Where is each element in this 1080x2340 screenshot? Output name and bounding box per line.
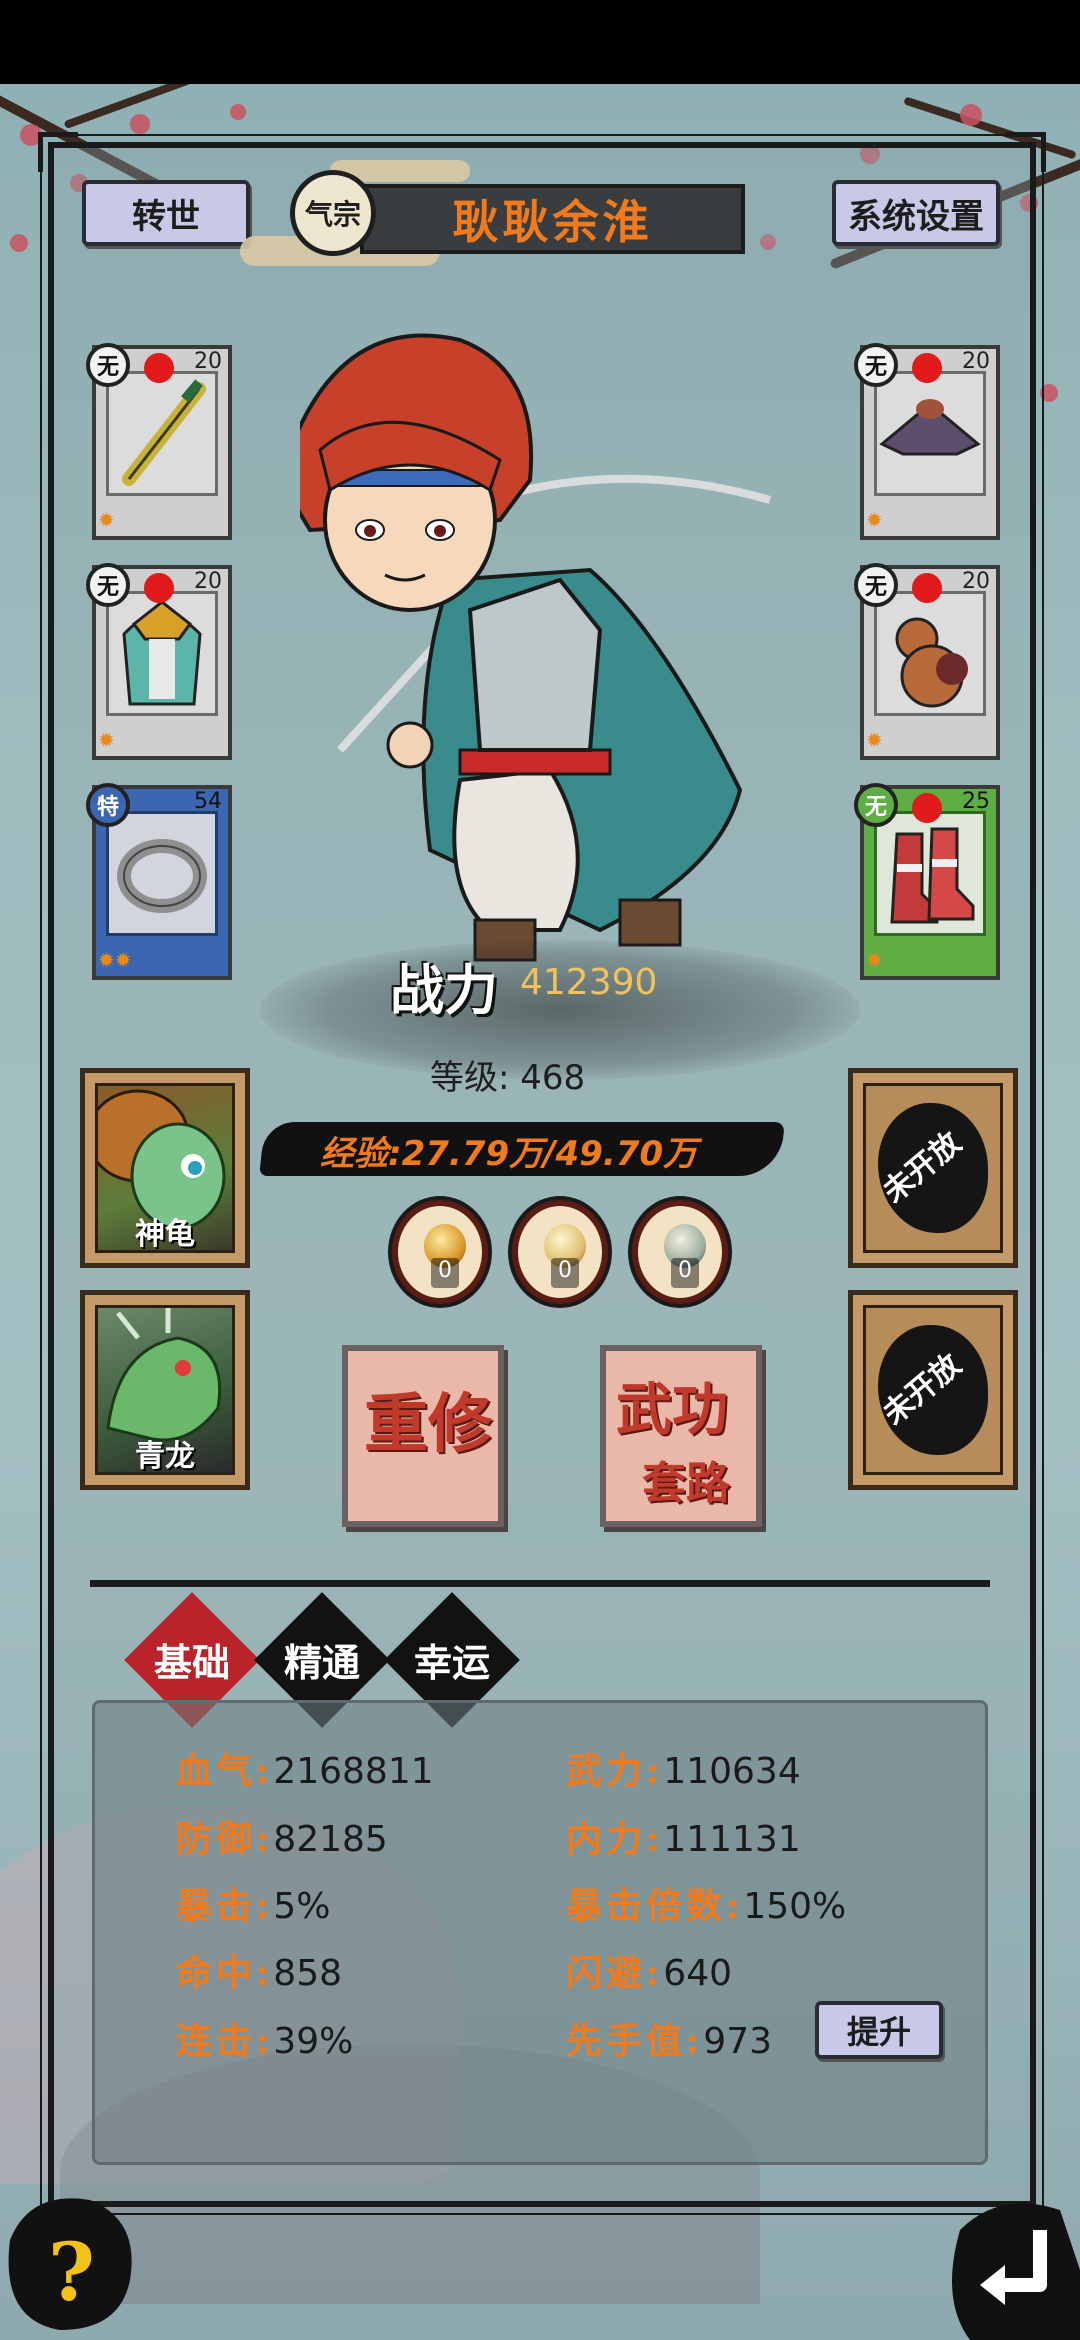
upgrade-button[interactable]: 提升: [815, 2001, 943, 2059]
pet-turtle[interactable]: 神龟: [80, 1068, 250, 1268]
stat-combo: 连击:39%: [176, 2020, 354, 2062]
locked-slot[interactable]: 未开放: [848, 1290, 1018, 1490]
item-level: 20: [962, 569, 990, 594]
gem-count: 0: [431, 1258, 459, 1288]
pet-name: 神龟: [135, 1217, 195, 1252]
item-level: 54: [194, 789, 222, 814]
quality-badge: 无: [86, 343, 130, 387]
rebirth-button[interactable]: 转世: [82, 180, 250, 246]
player-level: 等级: 468: [430, 1058, 586, 1098]
retrain-label: 重修: [364, 1387, 492, 1462]
stat-hit: 命中:858: [176, 1952, 343, 1994]
pet-azure-dragon[interactable]: 青龙: [80, 1290, 250, 1490]
star-icon: ✹: [866, 728, 883, 752]
armor-icon: [106, 591, 218, 716]
pet-name: 青龙: [135, 1439, 195, 1474]
star-icon: ✹: [98, 728, 115, 752]
power-value: 412390: [520, 962, 658, 1003]
gem-slot[interactable]: 0: [632, 1200, 728, 1304]
boots-icon: [874, 811, 986, 936]
exp-value: 经验:27.79万/49.70万: [320, 1134, 698, 1174]
martial-arts-button[interactable]: 武功 套路: [600, 1345, 762, 1527]
stat-crit-multiplier: 暴击倍数:150%: [566, 1885, 847, 1927]
notification-dot: [912, 573, 942, 603]
stat-inner-power: 内力:111131: [566, 1818, 801, 1860]
tab-mastery[interactable]: 精通: [252, 1632, 392, 1687]
stat-attack: 武力:110634: [566, 1750, 801, 1792]
back-icon[interactable]: [940, 2190, 1080, 2340]
item-level: 20: [962, 349, 990, 374]
hero-character: [300, 333, 772, 962]
equip-slot-gourd[interactable]: 无 20 ✹: [854, 563, 1000, 760]
locked-slot[interactable]: 未开放: [848, 1068, 1018, 1268]
star-icon: ✹: [866, 948, 883, 972]
quality-badge: 无: [854, 563, 898, 607]
notification-dot: [144, 353, 174, 383]
quality-badge: 特: [86, 783, 130, 827]
equip-slot-weapon[interactable]: 无 20 ✹: [86, 343, 232, 540]
martial-label-line1: 武功: [616, 1377, 728, 1443]
sword-icon: [106, 371, 218, 496]
tab-basic[interactable]: 基础: [122, 1632, 262, 1687]
tab-luck[interactable]: 幸运: [382, 1632, 522, 1687]
equip-slot-armor[interactable]: 无 20 ✹: [86, 563, 232, 760]
hat-icon: [874, 371, 986, 496]
sect-badge: 气宗: [290, 170, 376, 256]
gem-count: 0: [551, 1258, 579, 1288]
gem-slot[interactable]: 0: [392, 1200, 488, 1304]
equip-slot-hat[interactable]: 无 20 ✹: [854, 343, 1000, 540]
ring-icon: [106, 811, 218, 936]
star-icon: ✹✹: [98, 948, 132, 972]
star-icon: ✹: [866, 508, 883, 532]
section-divider: [90, 1580, 990, 1587]
equip-slot-boots[interactable]: 无 25 ✹: [854, 783, 1000, 980]
help-icon[interactable]: ?: [0, 2180, 140, 2340]
martial-label-line2: 套路: [642, 1458, 730, 1509]
system-settings-button[interactable]: 系统设置: [832, 180, 1000, 246]
power-label: 战力: [390, 958, 498, 1022]
gourd-icon: [874, 591, 986, 716]
stat-dodge: 闪避:640: [566, 1952, 733, 1994]
item-level: 20: [194, 349, 222, 374]
star-icon: ✹: [98, 508, 115, 532]
quality-badge: 无: [86, 563, 130, 607]
stat-crit: 暴击:5%: [176, 1885, 331, 1927]
gem-slot[interactable]: 0: [512, 1200, 608, 1304]
retrain-button[interactable]: 重修: [342, 1345, 504, 1527]
svg-text:?: ?: [48, 2225, 95, 2319]
quality-badge: 无: [854, 343, 898, 387]
item-level: 25: [962, 789, 990, 814]
player-name: 耿耿余淮: [360, 184, 745, 254]
equip-slot-ring[interactable]: 特 54 ✹✹: [86, 783, 232, 980]
stat-initiative: 先手值:973: [566, 2020, 773, 2062]
notification-dot: [912, 353, 942, 383]
stat-hp: 血气:2168811: [176, 1750, 434, 1792]
stat-defense: 防御:82185: [176, 1818, 388, 1860]
quality-badge: 无: [854, 783, 898, 827]
notification-dot: [144, 573, 174, 603]
gem-count: 0: [671, 1258, 699, 1288]
item-level: 20: [194, 569, 222, 594]
notification-dot: [912, 793, 942, 823]
